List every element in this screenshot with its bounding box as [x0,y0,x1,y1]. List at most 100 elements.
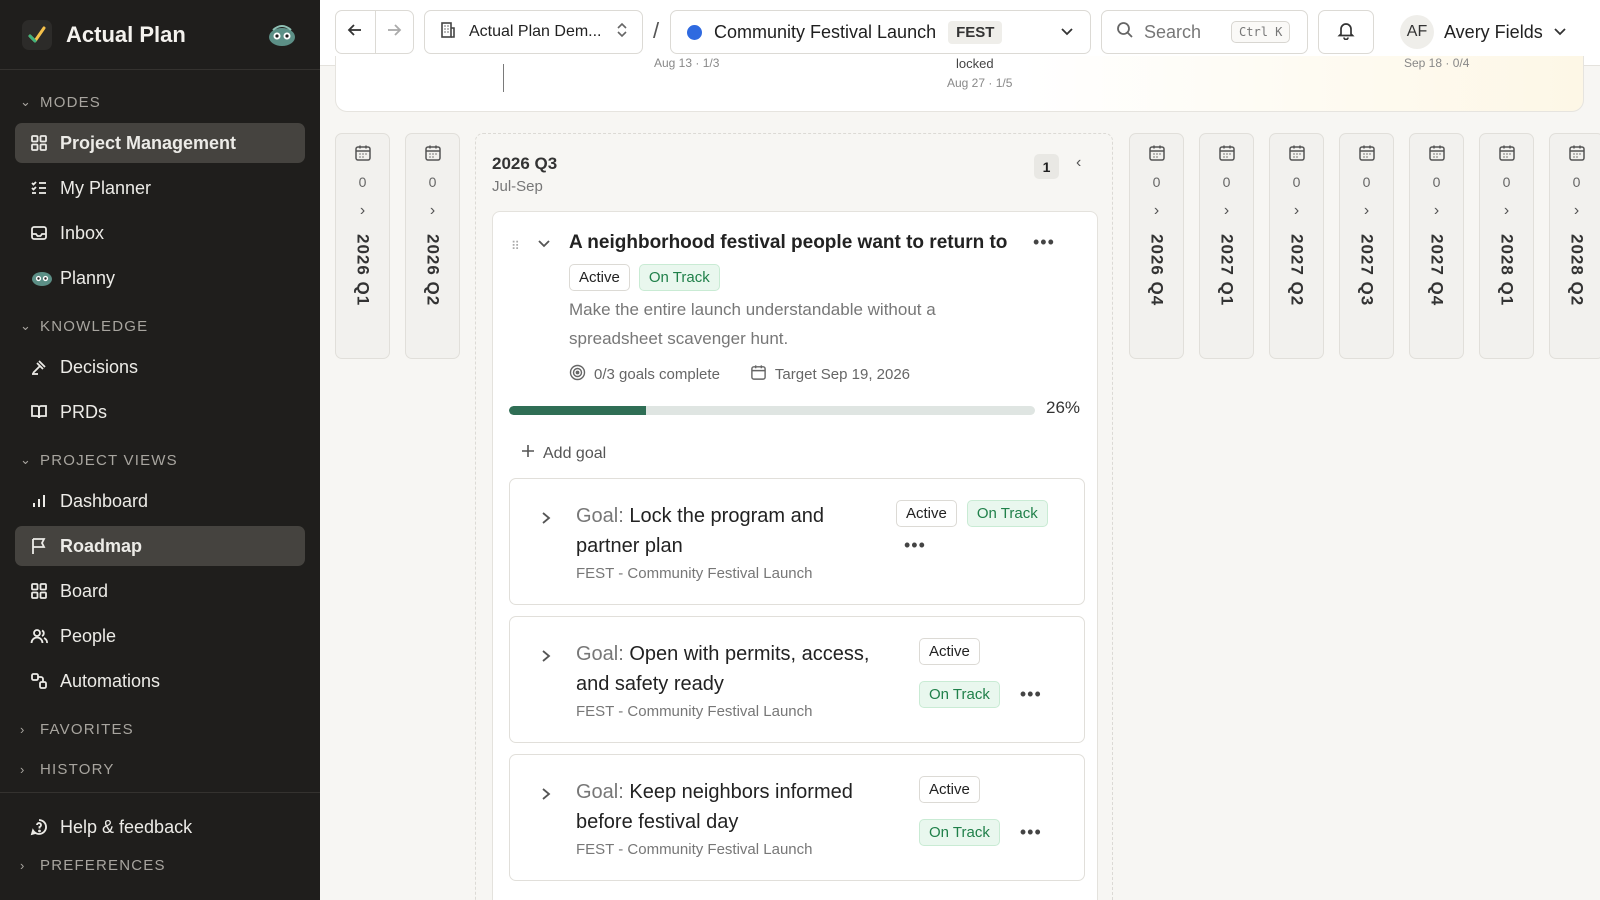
search-input[interactable]: Search Ctrl K [1101,10,1308,54]
calendar-icon [1270,144,1323,162]
goal-project: FEST - Community Festival Launch [576,841,813,858]
quarter-column-2027-q3[interactable]: 0 › 2027 Q3 [1339,133,1394,359]
add-goal-button[interactable]: Add goal [521,444,606,463]
expand-chevron-icon[interactable]: › [1410,202,1463,220]
quarter-item-count: 1 [1034,154,1059,179]
user-menu[interactable]: AF Avery Fields [1400,10,1567,54]
more-menu-icon[interactable]: ••• [1020,684,1042,705]
item-count: 0 [1152,174,1161,190]
avatar: AF [1400,15,1434,49]
workspace-selector[interactable]: Actual Plan Dem... [424,10,643,54]
health-badge[interactable]: On Track [919,819,1000,846]
milestone-date: Aug 13 · 1/3 [654,56,720,70]
goal-title[interactable]: Goal: Open with permits, access, and saf… [576,639,876,699]
status-badge[interactable]: Active [919,776,980,803]
chevron-right-icon[interactable] [540,511,552,530]
help-feedback-button[interactable]: Help & feedback [15,807,305,847]
quarter-label: 2026 Q1 [353,234,373,307]
mascot-icon[interactable] [266,22,298,48]
section-project-views[interactable]: ⌄ PROJECT VIEWS [0,445,320,475]
collapse-chevron-icon[interactable]: ‹ [1076,154,1081,172]
goal-title[interactable]: Goal: Keep neighbors informed before fes… [576,777,876,837]
item-count: 0 [428,174,437,190]
sidebar-item-roadmap[interactable]: Roadmap [15,526,305,566]
expand-chevron-icon[interactable]: › [1270,202,1323,220]
quarter-column-2026-q4[interactable]: 0 › 2026 Q4 [1129,133,1184,359]
status-badge[interactable]: Active [919,638,980,665]
quarter-label: 2028 Q2 [1567,234,1587,307]
status-badge[interactable]: Active [569,264,630,291]
chevron-right-icon[interactable] [540,787,552,806]
automation-icon [30,672,60,690]
chevron-down-icon[interactable] [537,236,551,253]
more-menu-icon[interactable]: ••• [904,535,926,556]
drag-handle-icon[interactable]: ⠿ [511,239,520,253]
quarter-label: 2027 Q1 [1217,234,1237,307]
sidebar-item-board[interactable]: Board [15,571,305,611]
expand-chevron-icon[interactable]: › [1200,202,1253,220]
item-count: 0 [1502,174,1511,190]
sidebar-item-people[interactable]: People [15,616,305,656]
sidebar-item-label: Board [60,580,109,601]
expand-chevron-icon[interactable]: › [406,202,459,220]
sidebar-item-inbox[interactable]: Inbox [15,213,305,253]
section-knowledge[interactable]: ⌄ KNOWLEDGE [0,311,320,341]
health-badge[interactable]: On Track [638,264,720,291]
sidebar-item-dashboard[interactable]: Dashboard [15,481,305,521]
section-modes[interactable]: ⌄ MODES [0,87,320,117]
inbox-icon [30,224,60,242]
chevron-right-icon: › [20,721,26,737]
sidebar-item-decisions[interactable]: Decisions [15,347,305,387]
sidebar-item-label: Automations [60,670,161,691]
goal-card[interactable]: Goal: Open with permits, access, and saf… [509,616,1085,743]
building-icon [439,21,457,44]
quarter-label: 2026 Q4 [1147,234,1167,307]
expand-chevron-icon[interactable]: › [1340,202,1393,220]
quarter-column-2028-q2[interactable]: 0 › 2028 Q2 [1549,133,1600,359]
more-menu-icon[interactable]: ••• [1033,232,1055,253]
health-badge[interactable]: On Track [919,681,1000,708]
status-badge[interactable]: Active [896,500,957,527]
quarter-column-2027-q4[interactable]: 0 › 2027 Q4 [1409,133,1464,359]
sidebar-item-planny[interactable]: Planny [15,258,305,298]
goal-card[interactable]: Goal: Lock the program and partner plan … [509,478,1085,605]
sidebar-item-label: Dashboard [60,490,149,511]
calendar-icon [406,144,459,162]
quarter-column-2028-q1[interactable]: 0 › 2028 Q1 [1479,133,1534,359]
outcome-card[interactable]: ⠿ A neighborhood festival people want to… [492,211,1098,900]
sidebar-item-project-management[interactable]: Project Management [15,123,305,163]
expand-chevron-icon[interactable]: › [1130,202,1183,220]
back-button[interactable] [336,11,375,53]
section-favorites[interactable]: › FAVORITES [0,714,320,744]
gavel-icon [30,358,60,376]
expand-chevron-icon[interactable]: › [336,202,389,220]
expand-chevron-icon[interactable]: › [1480,202,1533,220]
health-badge[interactable]: On Track [966,500,1048,527]
outcome-title[interactable]: A neighborhood festival people want to r… [569,232,1007,254]
chevron-updown-icon [616,22,628,43]
goal-card[interactable]: Goal: Keep neighbors informed before fes… [509,754,1085,881]
arrow-right-icon [385,21,403,44]
arrow-left-icon [346,21,364,44]
search-icon [1116,21,1134,44]
goal-title[interactable]: Goal: Lock the program and partner plan [576,501,876,561]
sidebar-item-automations[interactable]: Automations [15,661,305,701]
project-selector[interactable]: Community Festival Launch FEST [670,10,1091,54]
notifications-button[interactable] [1318,10,1374,54]
item-count: 0 [1222,174,1231,190]
sidebar-item-my-planner[interactable]: My Planner [15,168,305,208]
target-goal-icon [569,364,586,385]
chevron-right-icon[interactable] [540,649,552,668]
section-history[interactable]: › HISTORY [0,754,320,784]
forward-button[interactable] [374,11,414,53]
sidebar-item-prds[interactable]: PRDs [15,392,305,432]
quarter-column-2027-q2[interactable]: 0 › 2027 Q2 [1269,133,1324,359]
more-menu-icon[interactable]: ••• [1020,822,1042,843]
section-preferences[interactable]: › PREFERENCES [0,850,320,880]
quarter-column-2026-q2[interactable]: 0 › 2026 Q2 [405,133,460,359]
search-placeholder: Search [1144,21,1202,42]
quarter-column-2026-q1[interactable]: 0 › 2026 Q1 [335,133,390,359]
mascot-icon [30,269,60,287]
expand-chevron-icon[interactable]: › [1550,202,1600,220]
quarter-column-2027-q1[interactable]: 0 › 2027 Q1 [1199,133,1254,359]
